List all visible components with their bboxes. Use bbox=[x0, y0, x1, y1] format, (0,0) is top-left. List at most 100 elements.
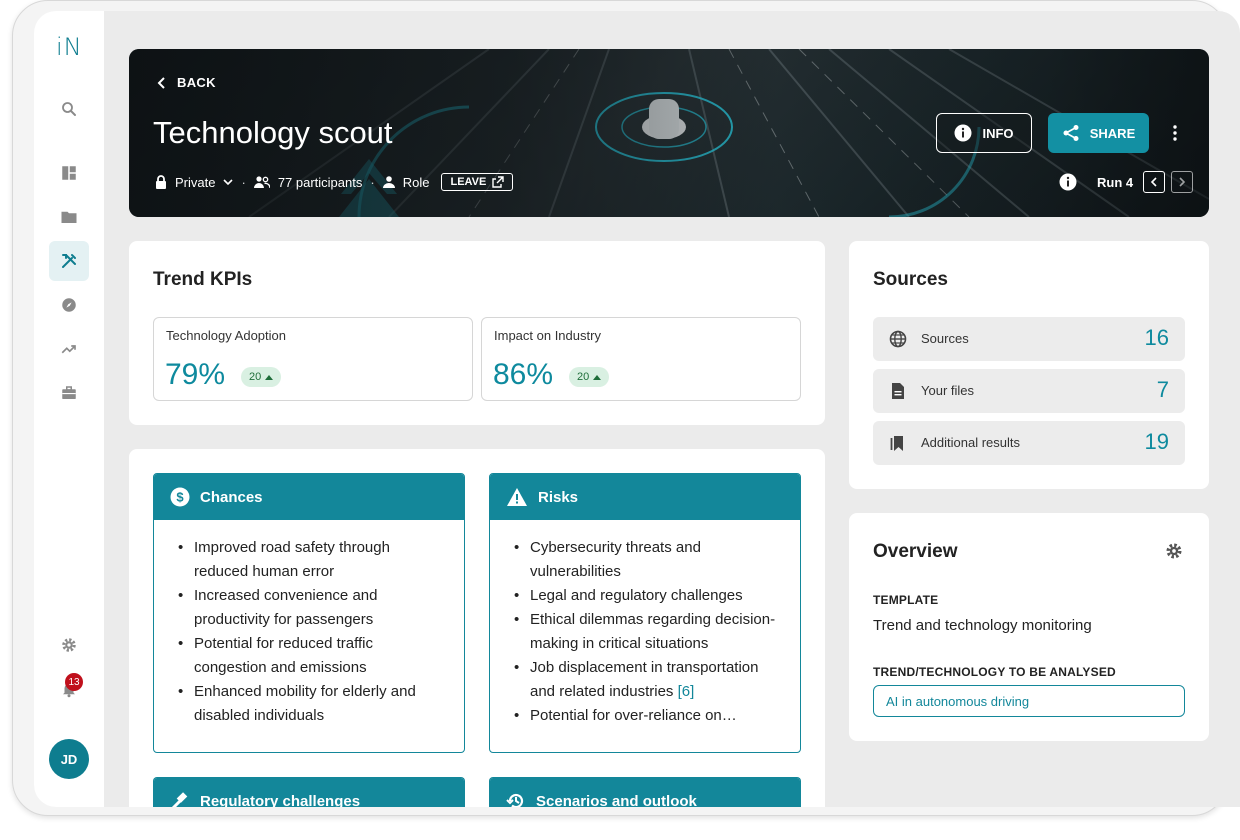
list-item: Legal and regulatory challenges bbox=[514, 584, 780, 608]
regulatory-panel: Regulatory challenges bbox=[153, 777, 465, 807]
back-label: BACK bbox=[177, 75, 216, 90]
source-count: 19 bbox=[1144, 429, 1169, 454]
globe-icon bbox=[889, 330, 907, 348]
compass-icon bbox=[62, 298, 76, 312]
kpi-delta-value: 20 bbox=[577, 371, 590, 383]
gear-icon bbox=[62, 638, 76, 652]
list-item: Cybersecurity threats and vulnerabilitie… bbox=[514, 536, 780, 584]
source-label: Your files bbox=[921, 383, 974, 398]
sidebar-item-folder[interactable] bbox=[49, 197, 89, 237]
analysis-card: $ Chances Improved road safety through r… bbox=[129, 449, 825, 807]
chances-title: Chances bbox=[200, 488, 263, 506]
kpi-impact-on-industry[interactable]: Impact on Industry 86% 20 bbox=[481, 317, 801, 401]
overview-card: Overview TEMPLATE Trend and technology m… bbox=[849, 513, 1209, 741]
trend-value-chip[interactable]: AI in autonomous driving bbox=[873, 685, 1185, 717]
run-label: Run 4 bbox=[1097, 174, 1134, 190]
info-label: INFO bbox=[982, 125, 1014, 141]
external-link-icon bbox=[492, 176, 505, 188]
scenarios-header: Scenarios and outlook bbox=[490, 778, 800, 807]
risks-list: Cybersecurity threats and vulnerabilitie… bbox=[490, 520, 800, 728]
briefcase-icon bbox=[62, 386, 76, 399]
leave-button[interactable]: LEAVE bbox=[441, 173, 514, 191]
chances-panel: $ Chances Improved road safety through r… bbox=[153, 473, 465, 753]
folder-icon bbox=[61, 211, 77, 223]
list-item: Increased convenience and productivity f… bbox=[178, 584, 444, 632]
more-menu-button[interactable] bbox=[1165, 121, 1185, 145]
risks-title: Risks bbox=[538, 488, 579, 506]
sidebar-item-trends[interactable] bbox=[49, 329, 89, 369]
arrow-up-icon bbox=[265, 375, 274, 380]
kpi-value: 79% bbox=[165, 358, 226, 391]
sidebar-item-tools[interactable] bbox=[49, 241, 89, 281]
source-label: Sources bbox=[921, 331, 969, 346]
run-next-button[interactable] bbox=[1171, 171, 1194, 193]
sources-row-files[interactable]: Your files 7 bbox=[873, 369, 1185, 413]
trend-label: TREND/TECHNOLOGY TO BE ANALYSED bbox=[873, 665, 1116, 679]
bookmarks-icon bbox=[890, 436, 903, 451]
list-item: Job displacement in transportation and r… bbox=[514, 656, 780, 704]
chevron-down-icon[interactable] bbox=[223, 178, 234, 186]
leave-label: LEAVE bbox=[450, 176, 487, 188]
scenarios-title: Scenarios and outlook bbox=[536, 792, 697, 808]
arrow-up-icon bbox=[593, 375, 602, 380]
kpi-label: Technology Adoption bbox=[166, 328, 286, 343]
chevron-left-icon bbox=[157, 76, 165, 89]
sidebar-item-dashboard[interactable] bbox=[49, 153, 89, 193]
sidebar-item-search[interactable] bbox=[49, 89, 89, 129]
risks-header: Risks bbox=[490, 474, 800, 520]
privacy-select[interactable]: Private bbox=[175, 175, 215, 190]
share-icon bbox=[1063, 125, 1079, 141]
lock-icon bbox=[156, 175, 166, 189]
citation-link[interactable]: [6] bbox=[678, 683, 695, 700]
regulatory-header: Regulatory challenges bbox=[154, 778, 464, 807]
notification-badge: 13 bbox=[65, 673, 83, 691]
overview-title: Overview bbox=[873, 541, 958, 562]
source-label: Additional results bbox=[921, 435, 1020, 450]
participants-icon bbox=[253, 176, 270, 188]
chances-list: Improved road safety through reduced hum… bbox=[154, 520, 464, 728]
hero-header: BACK Technology scout Private · 77 parti… bbox=[129, 49, 1209, 217]
warning-icon bbox=[507, 488, 527, 506]
meta-separator: · bbox=[241, 174, 246, 190]
sources-row-additional[interactable]: Additional results 19 bbox=[873, 421, 1185, 465]
kpis-title: Trend KPIs bbox=[153, 269, 253, 290]
trend-kpis-card: Trend KPIs Technology Adoption 79% 20 Im… bbox=[129, 241, 825, 425]
info-button[interactable]: INFO bbox=[936, 113, 1032, 153]
gavel-icon bbox=[171, 792, 188, 807]
gear-icon[interactable] bbox=[1164, 541, 1184, 561]
info-icon bbox=[954, 124, 972, 142]
dashboard-icon bbox=[62, 166, 76, 180]
chevron-right-icon bbox=[1179, 177, 1186, 187]
tools-icon bbox=[62, 254, 76, 268]
share-button[interactable]: SHARE bbox=[1048, 113, 1149, 153]
kpi-value: 86% bbox=[493, 358, 554, 391]
run-previous-button[interactable] bbox=[1143, 171, 1166, 193]
app-logo[interactable]: iN bbox=[56, 33, 83, 61]
source-count: 7 bbox=[1156, 377, 1169, 402]
more-vertical-icon bbox=[1173, 125, 1177, 141]
participants-count[interactable]: 77 participants bbox=[278, 175, 363, 190]
role-label: Role bbox=[402, 174, 430, 190]
risks-panel: Risks Cybersecurity threats and vulnerab… bbox=[489, 473, 801, 753]
run-selector: Run 4 bbox=[1059, 171, 1194, 193]
kpi-label: Impact on Industry bbox=[494, 328, 601, 343]
tablet-frame: iN 13 JD BACK Technology scout Private ·… bbox=[12, 0, 1240, 816]
kpi-delta-value: 20 bbox=[249, 371, 262, 383]
info-icon[interactable] bbox=[1059, 173, 1077, 191]
file-icon bbox=[892, 383, 904, 399]
kpi-delta-badge: 20 bbox=[241, 367, 282, 387]
sidebar-item-explore[interactable] bbox=[49, 285, 89, 325]
avatar[interactable]: JD bbox=[49, 739, 89, 779]
scenarios-panel: Scenarios and outlook bbox=[489, 777, 801, 807]
kpi-technology-adoption[interactable]: Technology Adoption 79% 20 bbox=[153, 317, 473, 401]
back-link[interactable]: BACK bbox=[157, 75, 216, 90]
sidebar-item-briefcase[interactable] bbox=[49, 373, 89, 413]
person-icon bbox=[382, 176, 395, 188]
template-value: Trend and technology monitoring bbox=[873, 617, 1092, 634]
sources-card: Sources Sources 16 Your files 7 Addition… bbox=[849, 241, 1209, 489]
chances-header: $ Chances bbox=[154, 474, 464, 520]
dollar-icon: $ bbox=[170, 487, 190, 507]
list-item: Enhanced mobility for elderly and disabl… bbox=[178, 680, 444, 728]
sources-row-web[interactable]: Sources 16 bbox=[873, 317, 1185, 361]
sidebar-item-settings[interactable] bbox=[49, 625, 89, 665]
